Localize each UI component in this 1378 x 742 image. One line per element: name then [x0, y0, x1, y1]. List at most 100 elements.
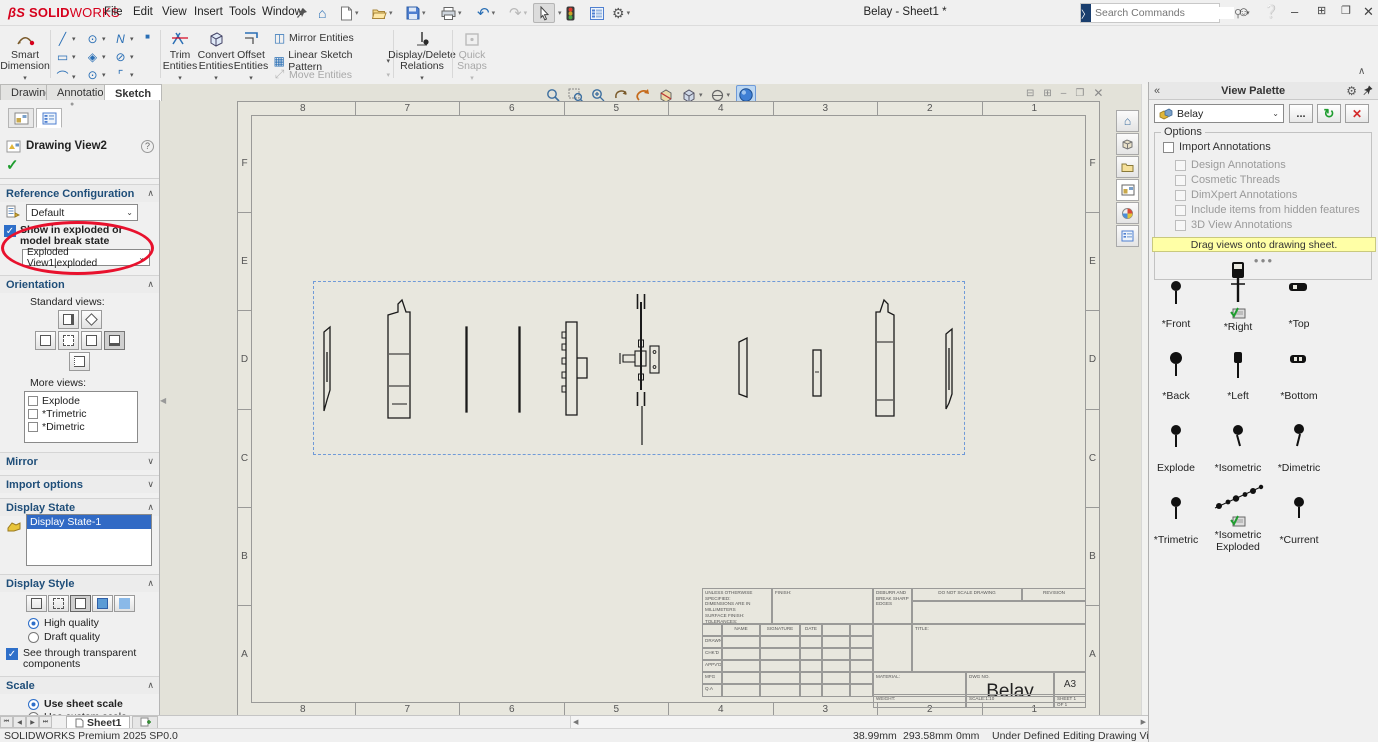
- import-annotations-checkbox[interactable]: [1163, 142, 1174, 153]
- view-thumb-left[interactable]: *Left: [1203, 344, 1273, 402]
- mirror-header[interactable]: Mirror∨: [0, 452, 160, 470]
- doc-tile-icon[interactable]: ⊞: [1043, 88, 1051, 99]
- wireframe-style-button[interactable]: [26, 595, 47, 612]
- doc-minimize-icon[interactable]: –: [1061, 88, 1067, 99]
- graphics-area[interactable]: ▾ ▾ ⊟ ⊞ – ❐ ✕ 87654321 87654321: [160, 84, 1148, 715]
- sheet1-tab[interactable]: Sheet1: [66, 716, 130, 729]
- front-view-button[interactable]: [58, 310, 79, 329]
- doc-restore-icon[interactable]: ❐: [1075, 88, 1084, 99]
- scale-header[interactable]: Scale∧: [0, 676, 160, 694]
- view-thumb-front[interactable]: *Front: [1141, 272, 1211, 330]
- home-tab-icon[interactable]: ⌂: [1116, 110, 1139, 132]
- prev-sheet-button[interactable]: ◀: [13, 716, 26, 728]
- hidden-lines-removed-button[interactable]: [70, 595, 91, 612]
- next-sheet-button[interactable]: ▶: [26, 716, 39, 728]
- see-through-checkbox[interactable]: ✓: [6, 648, 18, 660]
- last-sheet-button[interactable]: ⏭: [39, 716, 52, 728]
- view-thumb-trimetric[interactable]: *Trimetric: [1141, 488, 1211, 546]
- polygon-tool[interactable]: ◈▾: [85, 50, 106, 64]
- display-state-list[interactable]: Display State-1: [26, 514, 152, 566]
- palette-options-gear-icon[interactable]: ⚙: [1346, 84, 1357, 98]
- trim-entities-button[interactable]: Trim Entities▾: [163, 28, 197, 84]
- mirror-entities-button[interactable]: ◫Mirror Entities: [272, 31, 354, 45]
- search-input[interactable]: [1091, 7, 1234, 19]
- collapse-ribbon-icon[interactable]: ∧: [1358, 66, 1365, 77]
- smart-dimension-button[interactable]: Smart Dimension ▾: [2, 28, 48, 84]
- pin-pane-icon[interactable]: [1363, 85, 1373, 96]
- reference-configuration-header[interactable]: Reference Configuration∧: [0, 184, 160, 202]
- line-tool[interactable]: ╱▾: [55, 32, 76, 46]
- open-icon[interactable]: ▾: [372, 3, 393, 23]
- right-view-button[interactable]: [81, 331, 102, 350]
- drawing-view2-selection[interactable]: [313, 281, 965, 455]
- menu-file[interactable]: File: [100, 6, 127, 18]
- display-style-header[interactable]: Display Style∧: [0, 574, 160, 592]
- new-document-icon[interactable]: ▾: [340, 3, 359, 23]
- rectangle-tool[interactable]: ▭▾: [55, 50, 76, 64]
- featuremanager-tab[interactable]: [8, 108, 34, 128]
- top-view-button[interactable]: [58, 331, 79, 350]
- layout-button[interactable]: ⊞: [1317, 4, 1326, 17]
- options-gear-icon[interactable]: ⚙▾: [612, 3, 630, 23]
- pin-menu-icon[interactable]: [296, 3, 308, 23]
- view-thumb-top[interactable]: *Top: [1264, 272, 1334, 330]
- browse-button[interactable]: ...: [1289, 104, 1313, 123]
- add-sheet-button[interactable]: [132, 716, 158, 729]
- view-thumb-isometric-exploded[interactable]: *Isometric Exploded: [1203, 478, 1273, 553]
- appearances-icon[interactable]: [1116, 202, 1139, 224]
- menu-tools[interactable]: Tools: [225, 6, 260, 18]
- ok-check-icon[interactable]: ✓: [6, 156, 19, 174]
- file-properties-icon[interactable]: [590, 3, 604, 23]
- minimize-button[interactable]: –: [1291, 4, 1298, 19]
- refresh-button[interactable]: ↻: [1317, 104, 1341, 123]
- restore-button[interactable]: ❐: [1341, 4, 1351, 17]
- dimetric-checkbox[interactable]: [28, 422, 38, 432]
- hidden-lines-visible-button[interactable]: [48, 595, 69, 612]
- exploded-view-select[interactable]: Exploded View1|exploded⌄: [22, 249, 150, 266]
- spline-tool[interactable]: N▾: [113, 32, 134, 46]
- horizontal-scrollbar[interactable]: ◀▶: [570, 716, 1148, 728]
- panel-splitter-arrow[interactable]: ◀: [160, 396, 166, 405]
- draft-quality-radio[interactable]: [28, 632, 39, 643]
- shaded-button[interactable]: [114, 595, 135, 612]
- search-scope-icon[interactable]: 〉: [1081, 4, 1091, 22]
- close-button[interactable]: ✕: [1363, 4, 1374, 20]
- isometric-view-button[interactable]: [81, 310, 102, 329]
- use-custom-scale-radio[interactable]: [28, 712, 39, 716]
- display-state-item[interactable]: Display State-1: [27, 515, 151, 529]
- doc-new-window-icon[interactable]: ⊟: [1026, 88, 1034, 99]
- circle-tool[interactable]: ⊙▾: [85, 32, 106, 46]
- search-commands-box[interactable]: 〉 ⚲ ▾: [1080, 3, 1220, 23]
- file-explorer-icon[interactable]: [1116, 156, 1139, 178]
- use-sheet-scale-radio[interactable]: [28, 699, 39, 710]
- first-sheet-button[interactable]: ⏮: [0, 716, 13, 728]
- clear-button[interactable]: ✕: [1345, 104, 1369, 123]
- arc-tool[interactable]: ⊙▾: [85, 68, 106, 82]
- panel-splitter-dots[interactable]: ●: [70, 101, 74, 108]
- more-views-list[interactable]: Explode *Trimetric *Dimetric: [24, 391, 138, 443]
- point-tool[interactable]: ■: [140, 32, 155, 41]
- design-library-icon[interactable]: [1116, 133, 1139, 155]
- print-icon[interactable]: ▾: [441, 3, 462, 23]
- home-icon[interactable]: ⌂: [318, 3, 326, 23]
- exploded-state-checkbox[interactable]: ✓: [4, 225, 16, 237]
- select-tool-icon[interactable]: [533, 3, 555, 23]
- help-icon[interactable]: ❔: [1263, 4, 1279, 20]
- help-circle-icon[interactable]: ?: [141, 140, 154, 153]
- bottom-view-button[interactable]: [69, 352, 90, 371]
- view-thumb-back[interactable]: *Back: [1141, 344, 1211, 402]
- fillet-tool[interactable]: ⌜▾: [113, 68, 134, 82]
- save-icon[interactable]: ▾: [406, 3, 426, 23]
- offset-entities-button[interactable]: Offset Entities▾: [234, 28, 268, 84]
- tab-sketch[interactable]: Sketch: [104, 84, 162, 101]
- import-options-header[interactable]: Import options∨: [0, 475, 160, 493]
- propertymanager-tab[interactable]: [36, 108, 62, 128]
- menu-view[interactable]: View: [158, 6, 191, 18]
- trimetric-checkbox[interactable]: [28, 409, 38, 419]
- menu-edit[interactable]: Edit: [129, 6, 157, 18]
- view-palette-tab-icon[interactable]: [1116, 179, 1139, 201]
- custom-properties-icon[interactable]: [1116, 225, 1139, 247]
- display-delete-relations-button[interactable]: Display/Delete Relations▾: [396, 28, 448, 84]
- configuration-select[interactable]: Default⌄: [26, 204, 138, 221]
- orientation-header[interactable]: Orientation∧: [0, 275, 160, 293]
